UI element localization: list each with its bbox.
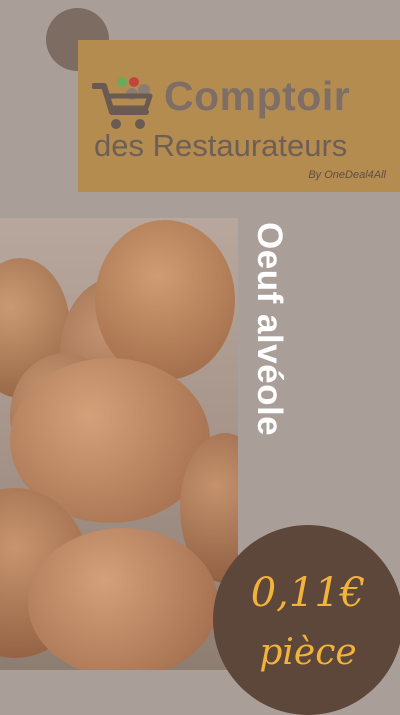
price-badge: 0,11€ pièce (213, 525, 400, 715)
brand-byline: By OneDeal4All (308, 169, 386, 181)
brand-name: Comptoir (164, 73, 351, 119)
logo-banner: Comptoir des Restaurateurs By OneDeal4Al… (78, 40, 400, 192)
eggs-photo (0, 218, 238, 670)
product-title: Oeuf alvéole (250, 222, 289, 437)
price-unit: pièce (259, 632, 357, 673)
shopping-cart-icon (92, 77, 153, 129)
price-amount: 0,11€ (250, 570, 366, 616)
brand-subtitle: des Restaurateurs (94, 128, 348, 163)
